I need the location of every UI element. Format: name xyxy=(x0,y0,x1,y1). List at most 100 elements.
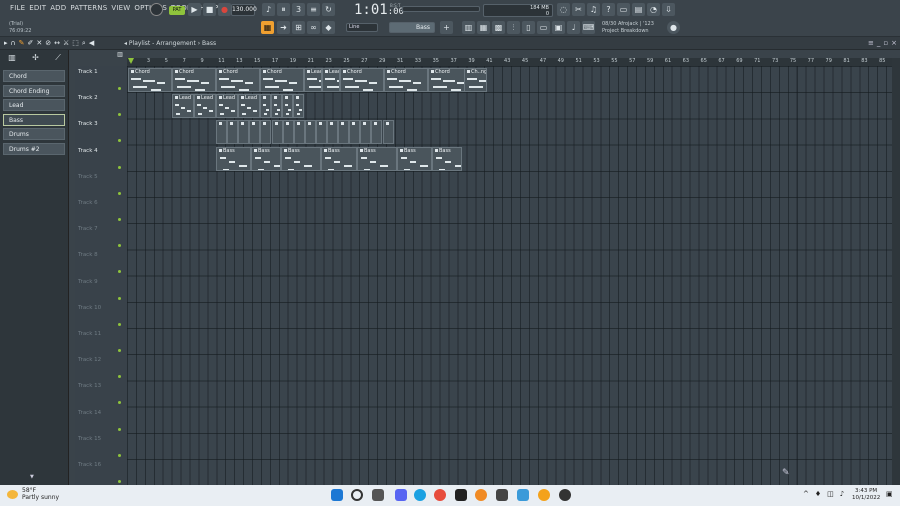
pattern-clip[interactable] xyxy=(271,120,283,145)
track-label[interactable]: Track 5 xyxy=(78,174,98,180)
snap-select[interactable]: Line xyxy=(346,23,378,32)
taskbar-clock[interactable]: 3:43 PM 10/1/2022 xyxy=(852,488,880,502)
track-label[interactable]: Track 16 xyxy=(78,462,101,468)
record-button[interactable]: ● xyxy=(218,3,231,16)
pattern-clip[interactable]: Chord xyxy=(172,68,216,92)
network-icon[interactable]: ◫ xyxy=(827,490,840,498)
track-enable-led[interactable] xyxy=(118,296,121,300)
pattern-clip[interactable]: Lead xyxy=(194,94,216,119)
fl-studio-icon[interactable] xyxy=(538,489,550,501)
plugin-db-icon[interactable]: ▣ xyxy=(552,21,565,34)
pattern-clip[interactable]: Bass xyxy=(357,146,397,171)
pattern-clip[interactable]: Ch..ng xyxy=(464,68,487,92)
pattern-clip[interactable]: Bass xyxy=(216,146,251,171)
pattern-clip[interactable]: Chord xyxy=(384,68,428,92)
terminal-icon[interactable] xyxy=(455,489,467,501)
weather-widget[interactable]: 58°F Partly sunny xyxy=(22,487,59,501)
chrome-icon[interactable] xyxy=(434,489,446,501)
pattern-clip[interactable] xyxy=(249,120,261,145)
news-icon[interactable]: ● xyxy=(667,21,680,34)
pattern-clip[interactable] xyxy=(349,120,361,145)
task-view-icon[interactable] xyxy=(372,489,384,501)
track-enable-led[interactable] xyxy=(118,427,121,431)
pattern-clip[interactable] xyxy=(227,120,239,145)
pattern-clip[interactable]: Chord xyxy=(260,68,304,92)
slip-tool-icon[interactable]: ↔ xyxy=(54,39,60,48)
pattern-clip[interactable] xyxy=(260,94,271,119)
track-enable-led[interactable] xyxy=(118,480,121,483)
maximize-icon[interactable]: ▫ xyxy=(883,39,891,47)
magnet-icon[interactable]: ∩ xyxy=(11,39,16,48)
pattern-clip[interactable] xyxy=(327,120,339,145)
track-label[interactable]: Track 4 xyxy=(78,148,98,154)
mixer-icon[interactable]: ⫶ xyxy=(507,21,520,34)
pattern-item[interactable]: Chord xyxy=(3,70,65,82)
pattern-clip[interactable] xyxy=(371,120,383,145)
slice-tool-icon[interactable]: ⚔ xyxy=(63,39,69,48)
mic-icon[interactable]: ♫ xyxy=(587,3,600,16)
pattern-clip[interactable] xyxy=(338,120,350,145)
loop-record-icon[interactable]: ↻ xyxy=(322,3,335,16)
online-icon[interactable]: ◌ xyxy=(557,3,570,16)
export-icon[interactable]: ▤ xyxy=(632,3,645,16)
countdown-icon[interactable]: 3 xyxy=(292,3,305,16)
tray-chevron-icon[interactable]: ^ xyxy=(803,490,815,498)
pattern-clip[interactable] xyxy=(216,120,228,145)
pattern-clip[interactable] xyxy=(293,120,305,145)
vertical-scrollbar[interactable] xyxy=(892,58,900,485)
pattern-clip[interactable] xyxy=(304,120,316,145)
pattern-item[interactable]: Lead xyxy=(3,99,65,111)
close-icon[interactable]: × xyxy=(891,39,900,47)
stamp-icon[interactable]: ◆ xyxy=(322,21,335,34)
playlist-icon[interactable]: ▥ xyxy=(462,21,475,34)
mic-tray-icon[interactable]: ♦ xyxy=(815,490,827,498)
track-label[interactable]: Track 2 xyxy=(78,95,98,101)
discord-icon[interactable] xyxy=(395,489,407,501)
pattern-item[interactable]: Chord Ending xyxy=(3,84,65,97)
pattern-clip[interactable]: Lead xyxy=(238,94,260,119)
edge-icon[interactable] xyxy=(414,489,426,501)
track-enable-led[interactable] xyxy=(118,349,121,352)
track-enable-led[interactable] xyxy=(118,113,121,117)
options-icon[interactable]: ▸ xyxy=(4,39,8,48)
pattern-clip[interactable] xyxy=(238,120,250,145)
track-label[interactable]: Track 12 xyxy=(78,357,101,363)
pattern-clip[interactable]: Lead xyxy=(304,68,322,92)
track-label[interactable]: Track 13 xyxy=(78,383,101,389)
menu-view[interactable]: VIEW xyxy=(111,4,130,12)
pattern-item[interactable]: Drums xyxy=(3,128,65,140)
windows-start-icon[interactable] xyxy=(331,489,343,501)
add-pattern-icon[interactable]: + xyxy=(440,21,453,34)
zoom-tool-icon[interactable]: ⌕ xyxy=(82,39,86,48)
track-label[interactable]: Track 14 xyxy=(78,410,101,416)
menu-file[interactable]: FILE xyxy=(10,4,25,12)
steam-icon[interactable] xyxy=(559,489,571,501)
pattern-clip[interactable] xyxy=(293,94,304,119)
pattern-clip[interactable] xyxy=(260,120,272,145)
delete-tool-icon[interactable]: ✕ xyxy=(36,39,42,48)
save-icon[interactable]: ▭ xyxy=(617,3,630,16)
pattern-clip[interactable]: Lead xyxy=(322,68,340,92)
track-enable-led[interactable] xyxy=(118,401,121,405)
track-enable-led[interactable] xyxy=(118,375,121,379)
search-icon[interactable] xyxy=(351,489,363,501)
notifications-icon[interactable]: ▣ xyxy=(886,490,893,498)
scroll-down-icon[interactable]: ▼ xyxy=(30,474,34,480)
snap-icon[interactable]: ⊞ xyxy=(292,21,305,34)
track-enable-led[interactable] xyxy=(118,244,121,248)
track-label[interactable]: Track 10 xyxy=(78,305,101,311)
pattern-clip[interactable]: Bass xyxy=(397,146,432,171)
channel-rack-icon[interactable]: ▦ xyxy=(477,21,490,34)
help-icon[interactable]: ? xyxy=(602,3,615,16)
pattern-clip[interactable]: Bass xyxy=(321,146,357,171)
pattern-clip[interactable]: Chord xyxy=(340,68,384,92)
pattern-clip[interactable]: Lead xyxy=(216,94,238,119)
wait-input-icon[interactable]: ⏸ xyxy=(277,3,290,16)
track-label[interactable]: Track 1 xyxy=(78,69,98,75)
arrow-icon[interactable]: ➜ xyxy=(277,21,290,34)
pattern-clip[interactable]: Bass xyxy=(281,146,321,171)
pattern-clip[interactable] xyxy=(271,94,282,119)
mute-tool-icon[interactable]: ⊘ xyxy=(45,39,51,48)
pattern-clip[interactable]: Chord xyxy=(128,68,172,92)
track-label[interactable]: Track 7 xyxy=(78,226,98,232)
